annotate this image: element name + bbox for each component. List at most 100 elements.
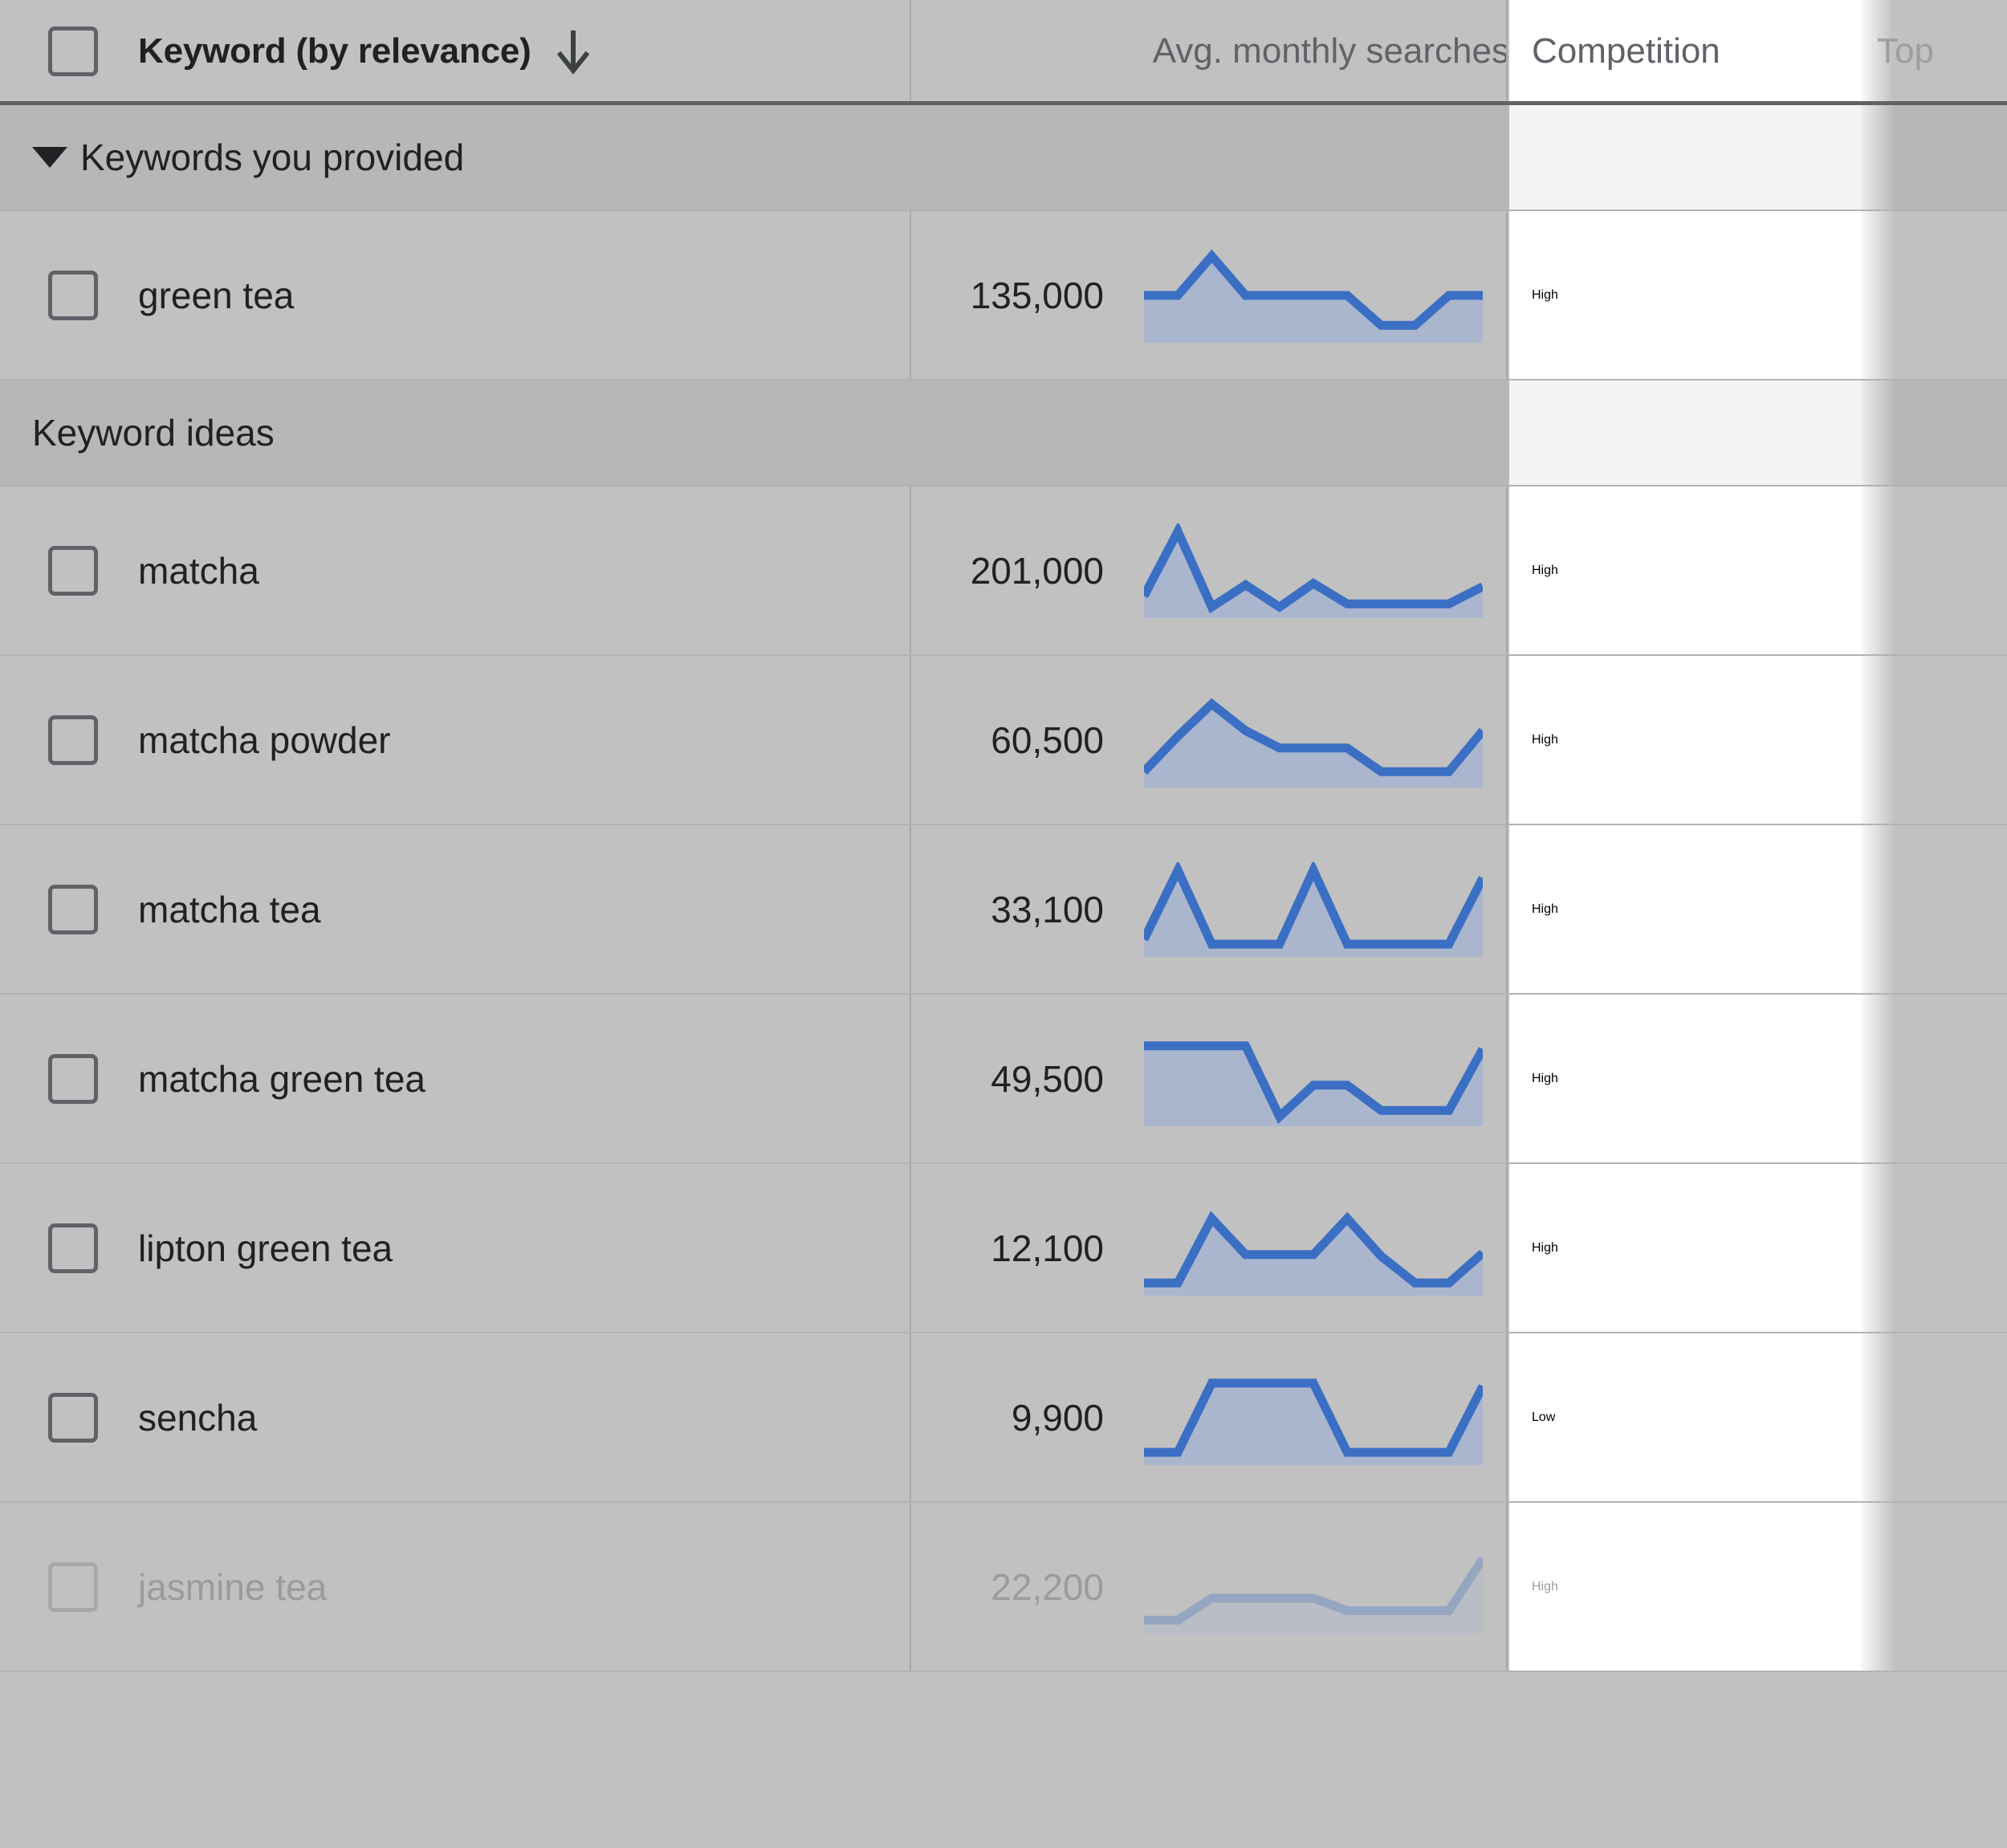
keyword-cell[interactable]: lipton green tea (138, 1164, 911, 1332)
search-volume-trend-sparkline (1144, 1540, 1483, 1634)
competition-cell: Low (1509, 1333, 1861, 1501)
row-checkbox-cell[interactable] (0, 1333, 138, 1501)
competition-value: High (1532, 563, 1558, 577)
keyword-text: jasmine tea (138, 1565, 328, 1608)
row-checkbox-cell[interactable] (0, 825, 138, 993)
row-checkbox-cell[interactable] (0, 995, 138, 1162)
cell-divider-avg-competition (1506, 1333, 1508, 1501)
group-header-label: Keywords you provided (80, 136, 465, 178)
search-volume-trend-sparkline (1144, 862, 1483, 957)
competition-value: High (1532, 902, 1558, 916)
search-volume-trend-sparkline (1144, 523, 1483, 618)
keyword-cell[interactable]: sencha (138, 1333, 911, 1501)
avg-monthly-searches-cell: 49,500 (911, 995, 1104, 1162)
row-divider (0, 1671, 2007, 1672)
avg-monthly-searches-value: 49,500 (991, 1057, 1104, 1100)
search-volume-trend-sparkline (1144, 693, 1483, 788)
cell-divider-keyword-avg (910, 825, 911, 993)
keyword-cell[interactable]: jasmine tea (138, 1503, 911, 1671)
competition-cell-fade (1861, 1164, 1895, 1332)
avg-monthly-searches-value: 33,100 (991, 888, 1104, 930)
search-volume-trend-sparkline (1144, 248, 1483, 343)
keyword-cell[interactable]: green tea (138, 211, 911, 379)
row-checkbox[interactable] (48, 545, 98, 596)
avg-monthly-searches-value: 201,000 (970, 549, 1104, 592)
competition-cell-fade (1861, 825, 1895, 993)
row-checkbox[interactable] (48, 270, 98, 320)
column-header-top-of-page-bid[interactable]: Top (1861, 0, 2007, 103)
avg-monthly-searches-cell: 60,500 (911, 656, 1104, 824)
cell-divider-keyword-avg (910, 656, 911, 824)
column-header-keyword[interactable]: Keyword (by relevance) (138, 0, 911, 103)
competition-value: High (1532, 1071, 1558, 1085)
row-checkbox-cell[interactable] (0, 211, 138, 379)
select-all-checkbox-cell[interactable] (0, 0, 138, 103)
row-checkbox-cell[interactable] (0, 486, 138, 654)
avg-monthly-searches-value: 135,000 (970, 274, 1104, 316)
keyword-text: matcha powder (138, 718, 391, 761)
row-checkbox-cell[interactable] (0, 656, 138, 824)
cell-divider-avg-competition (1506, 486, 1508, 654)
avg-monthly-searches-cell: 135,000 (911, 211, 1104, 379)
avg-monthly-searches-cell: 9,900 (911, 1333, 1104, 1501)
keyword-cell[interactable]: matcha green tea (138, 995, 911, 1162)
cell-divider-keyword-avg (910, 1503, 911, 1671)
keyword-cell[interactable]: matcha tea (138, 825, 911, 993)
group-header-label-cell[interactable]: Keyword ideas (32, 381, 907, 485)
keyword-cell[interactable]: matcha powder (138, 656, 911, 824)
row-checkbox[interactable] (48, 1392, 98, 1443)
cell-divider-keyword-avg (910, 211, 911, 379)
cell-divider-avg-competition (1506, 825, 1508, 993)
row-checkbox[interactable] (48, 1053, 98, 1104)
cell-divider-keyword-avg (910, 995, 911, 1162)
competition-cell-fade (1861, 656, 1895, 824)
bottom-fade-overlay (0, 1728, 2007, 1848)
keyword-text: matcha (138, 549, 259, 592)
row-checkbox-cell[interactable] (0, 1503, 138, 1671)
competition-cell: High (1509, 1164, 1861, 1332)
avg-monthly-searches-value: 9,900 (1011, 1396, 1104, 1439)
sort-descending-arrow-icon[interactable] (552, 26, 594, 77)
competition-value: High (1532, 732, 1558, 747)
select-all-checkbox[interactable] (48, 26, 98, 76)
group-header-label: Keyword ideas (32, 412, 275, 454)
column-header-top-of-page-bid-label: Top (1877, 31, 1934, 71)
avg-monthly-searches-cell: 12,100 (911, 1164, 1104, 1332)
row-checkbox[interactable] (48, 1561, 98, 1612)
avg-monthly-searches-cell: 22,200 (911, 1503, 1104, 1671)
row-checkbox[interactable] (48, 714, 98, 765)
competition-cell-fade (1861, 995, 1895, 1162)
cell-divider-avg-competition (1506, 995, 1508, 1162)
column-header-avg-monthly-searches[interactable]: Avg. monthly searches (911, 0, 1509, 103)
cell-divider-avg-competition (1506, 1164, 1508, 1332)
column-header-competition[interactable]: Competition (1509, 0, 1861, 103)
column-header-keyword-label: Keyword (by relevance) (138, 31, 531, 71)
row-checkbox-cell[interactable] (0, 1164, 138, 1332)
avg-monthly-searches-value: 22,200 (991, 1565, 1104, 1608)
keyword-cell[interactable]: matcha (138, 486, 911, 654)
avg-monthly-searches-cell: 201,000 (911, 486, 1104, 654)
avg-monthly-searches-value: 60,500 (991, 718, 1104, 761)
competition-cell: High (1509, 486, 1861, 654)
keyword-text: matcha green tea (138, 1057, 426, 1100)
search-volume-trend-sparkline (1144, 1370, 1483, 1465)
competition-cell-fade (1861, 1503, 1895, 1671)
header-divider-avg-competition (1506, 0, 1508, 101)
competition-cell-group-fade (1861, 381, 1895, 485)
caret-down-icon[interactable] (32, 147, 67, 168)
keyword-text: matcha tea (138, 888, 321, 930)
competition-value: High (1532, 1579, 1558, 1594)
competition-cell: High (1509, 1503, 1861, 1671)
row-checkbox[interactable] (48, 1223, 98, 1273)
group-header-label-cell[interactable]: Keywords you provided (32, 105, 907, 210)
avg-monthly-searches-value: 12,100 (991, 1227, 1104, 1269)
competition-value: High (1532, 287, 1558, 302)
cell-divider-avg-competition (1506, 1503, 1508, 1671)
competition-cell: High (1509, 825, 1861, 993)
table-header-row: Keyword (by relevance) Avg. monthly sear… (0, 0, 2007, 104)
cell-divider-keyword-avg (910, 1164, 911, 1332)
competition-cell-fade (1861, 211, 1895, 379)
competition-cell-fade (1861, 1333, 1895, 1501)
row-checkbox[interactable] (48, 884, 98, 934)
cell-divider-keyword-avg (910, 486, 911, 654)
